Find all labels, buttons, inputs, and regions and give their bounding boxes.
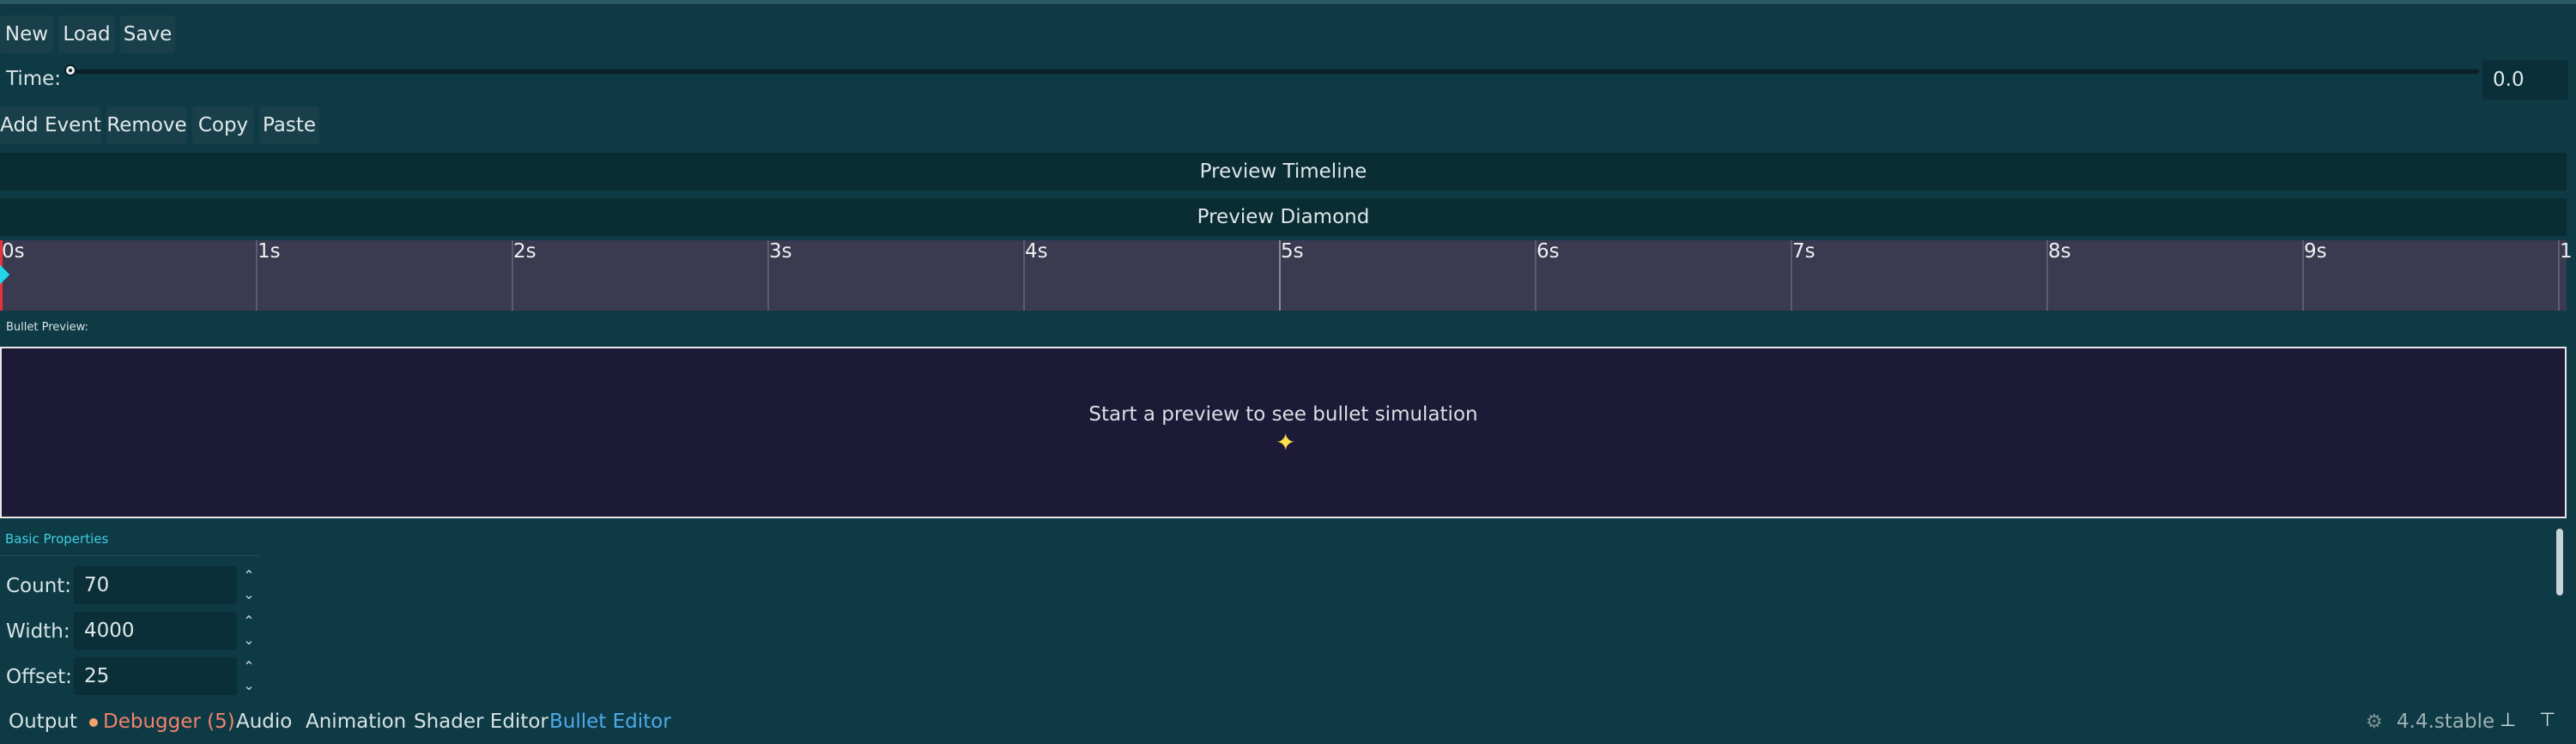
sparkle-icon: ✦ [1276, 428, 1296, 457]
bullet-preview-label: Bullet Preview: [6, 321, 88, 334]
godot-logo-icon: ⚙ [2366, 711, 2383, 733]
basic-properties-title: Basic Properties [5, 531, 109, 547]
timeline-tick-label: 8s [2048, 240, 2071, 263]
top-border [0, 0, 2576, 5]
timeline-tick-label: 9s [2304, 240, 2327, 263]
timeline-tick-label: 3s [769, 240, 792, 263]
timeline-tick-label: 2s [513, 240, 536, 263]
properties-scrollbar[interactable] [2556, 529, 2563, 596]
width-field[interactable]: 4000 [74, 612, 237, 650]
tab-debugger-label: Debugger (5) [103, 711, 235, 733]
time-value-field[interactable]: 0.0 [2482, 60, 2568, 100]
tab-output[interactable]: Output [9, 711, 77, 733]
event-timeline[interactable]: 0s 1s 2s 3s 4s 5s 6s 7s 8s 9s 1 [0, 240, 2573, 311]
count-stepper[interactable]: ⌃ ⌄ [240, 566, 258, 604]
section-divider [0, 555, 259, 556]
time-slider-grabber[interactable] [64, 64, 76, 76]
time-slider[interactable] [69, 70, 2479, 74]
timeline-tick-label: 1s [258, 240, 281, 263]
timeline-tick-label: 1 [2560, 240, 2573, 263]
timeline-tick-label: 6s [1537, 240, 1560, 263]
remove-button[interactable]: Remove [106, 106, 187, 144]
new-button[interactable]: New [0, 15, 53, 53]
count-label: Count: [6, 575, 72, 597]
tab-shader-editor[interactable]: Shader Editor [414, 711, 549, 733]
timeline-tick-label: 7s [1792, 240, 1815, 263]
bullet-preview-panel: Start a preview to see bullet simulation… [0, 347, 2567, 518]
collapse-panel-icon[interactable]: ⊤ [2539, 710, 2555, 731]
debugger-alert-icon [89, 717, 98, 727]
bullet-preview-message: Start a preview to see bullet simulation [1088, 403, 1478, 426]
offset-label: Offset: [6, 666, 72, 688]
load-button[interactable]: Load [58, 15, 115, 53]
tab-audio[interactable]: Audio [236, 711, 292, 733]
add-event-button[interactable]: Add Event [0, 106, 101, 144]
version-label: 4.4.stable [2397, 711, 2495, 733]
offset-stepper[interactable]: ⌃ ⌄ [240, 657, 258, 695]
offset-field[interactable]: 25 [74, 657, 237, 695]
timeline-tick-label: 5s [1281, 240, 1304, 263]
bottom-panel-bar: Output Debugger (5) Audio Animation Shad… [0, 704, 2576, 744]
preview-diamond-button[interactable]: Preview Diamond [0, 198, 2567, 236]
tab-animation[interactable]: Animation [306, 711, 406, 733]
time-label: Time: [6, 68, 62, 90]
width-stepper[interactable]: ⌃ ⌄ [240, 612, 258, 650]
save-button[interactable]: Save [120, 15, 175, 53]
timeline-tick-label: 4s [1025, 240, 1048, 263]
copy-button[interactable]: Copy [192, 106, 254, 144]
tab-debugger[interactable]: Debugger (5) [89, 711, 235, 733]
paste-button[interactable]: Paste [259, 106, 319, 144]
tab-bullet-editor[interactable]: Bullet Editor [549, 711, 671, 733]
width-label: Width: [6, 620, 70, 643]
preview-timeline-button[interactable]: Preview Timeline [0, 153, 2567, 191]
timeline-tick-label: 0s [2, 240, 25, 263]
pin-icon[interactable]: ⊥ [2500, 710, 2516, 731]
count-field[interactable]: 70 [74, 566, 237, 604]
